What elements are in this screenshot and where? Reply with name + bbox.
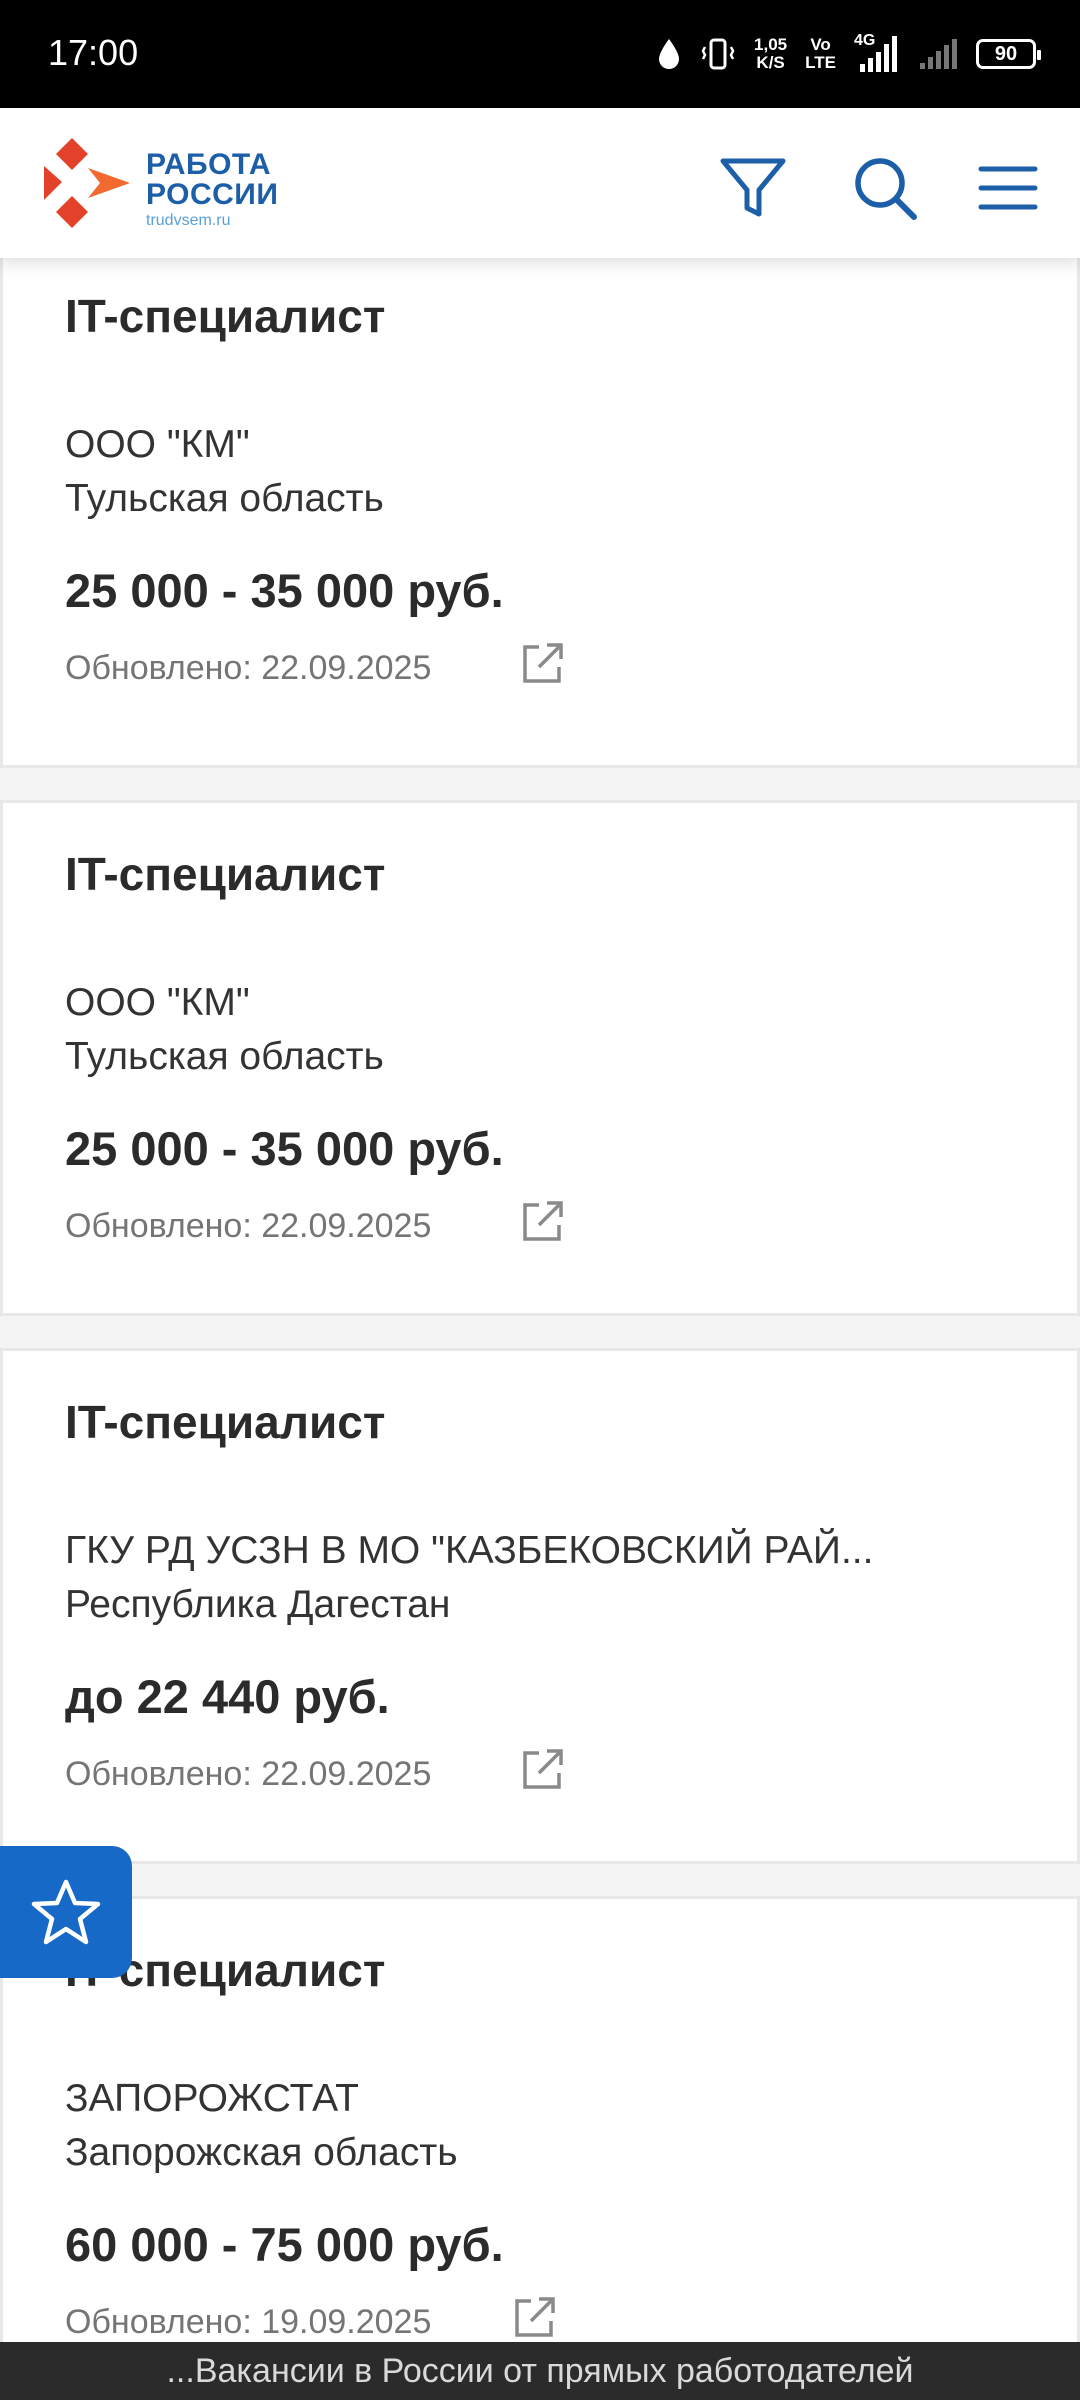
- vacancy-salary: 60 000 - 75 000 руб.: [65, 2218, 504, 2271]
- external-link-icon[interactable]: [519, 641, 565, 687]
- vacancy-employer: ООО "КМ": [65, 981, 250, 1024]
- logo-line1: РАБОТА: [146, 148, 272, 181]
- vacancy-title[interactable]: IT-специалист: [65, 847, 385, 901]
- vacancy-card[interactable]: IT-специалист ЗАПОРОЖСТАТ Запорожская об…: [0, 1896, 1080, 2342]
- vacancy-salary: 25 000 - 35 000 руб.: [65, 564, 504, 617]
- signal-icon: [860, 36, 897, 72]
- vacancy-region: Запорожская область: [65, 2131, 458, 2174]
- battery-indicator: 90: [976, 39, 1041, 69]
- vacancy-updated: Обновлено: 22.09.2025: [65, 1755, 432, 1793]
- vacancy-updated: Обновлено: 22.09.2025: [65, 1207, 432, 1245]
- search-icon: [855, 158, 917, 220]
- app-header: РАБОТА РОССИИ trudvsem.ru: [0, 108, 1080, 258]
- logo-url: trudvsem.ru: [146, 212, 231, 229]
- signal-4g: 4G: [854, 32, 900, 74]
- vacancy-employer: ГКУ РД УСЗН В МО "КАЗБЕКОВСКИЙ РАЙ...: [65, 1529, 874, 1572]
- vacancy-employer: ООО "КМ": [65, 423, 250, 466]
- external-link-icon[interactable]: [519, 1747, 565, 1793]
- favorites-button[interactable]: [0, 1846, 132, 1978]
- vibrate-icon: [701, 38, 735, 70]
- vacancy-updated: Обновлено: 22.09.2025: [65, 649, 432, 687]
- status-time: 17:00: [48, 32, 139, 73]
- filter-icon: [720, 158, 786, 217]
- data-saver-icon: [659, 39, 680, 69]
- vacancy-card[interactable]: IT-специалист ООО "КМ" Тульская область …: [0, 800, 1080, 1316]
- vacancy-employer: ЗАПОРОЖСТАТ: [65, 2077, 359, 2120]
- vacancy-list[interactable]: IT-специалист ООО "КМ" Тульская область …: [0, 258, 1080, 2342]
- vacancy-updated: Обновлено: 19.09.2025: [65, 2303, 432, 2341]
- vacancy-salary: до 22 440 руб.: [65, 1670, 390, 1723]
- net-speed: 1,05 K/S: [754, 35, 788, 72]
- vacancy-card[interactable]: IT-специалист ООО "КМ" Тульская область …: [0, 258, 1080, 768]
- filter-button[interactable]: [713, 148, 793, 228]
- status-bar: 17:00 1,05 K/S Vo LTE 4G 90: [0, 0, 1080, 108]
- vacancy-region: Тульская область: [65, 477, 384, 520]
- logo-text[interactable]: РАБОТА РОССИИ trudvsem.ru: [146, 150, 278, 230]
- vacancy-region: Республика Дагестан: [65, 1583, 451, 1626]
- vacancy-title[interactable]: IT-специалист: [65, 289, 385, 343]
- search-button[interactable]: [845, 148, 925, 228]
- menu-icon: [978, 166, 1038, 210]
- vacancy-title[interactable]: IT-специалист: [65, 1395, 385, 1449]
- vacancy-card[interactable]: IT-специалист ГКУ РД УСЗН В МО "КАЗБЕКОВ…: [0, 1348, 1080, 1864]
- external-link-icon[interactable]: [511, 2295, 557, 2341]
- bottom-banner: ...Вакансии в России от прямых работодат…: [0, 2342, 1080, 2400]
- logo-line2: РОССИИ: [146, 178, 279, 211]
- vacancy-salary: 25 000 - 35 000 руб.: [65, 1122, 504, 1175]
- menu-button[interactable]: [968, 148, 1048, 228]
- vacancy-region: Тульская область: [65, 1035, 384, 1078]
- star-icon: [31, 1879, 101, 1945]
- external-link-icon[interactable]: [519, 1199, 565, 1245]
- logo-mark-icon[interactable]: [42, 136, 132, 230]
- signal-secondary-icon: [920, 39, 957, 69]
- volte-indicator: Vo LTE: [805, 35, 836, 72]
- status-icons: 1,05 K/S Vo LTE 4G 90: [656, 30, 1041, 78]
